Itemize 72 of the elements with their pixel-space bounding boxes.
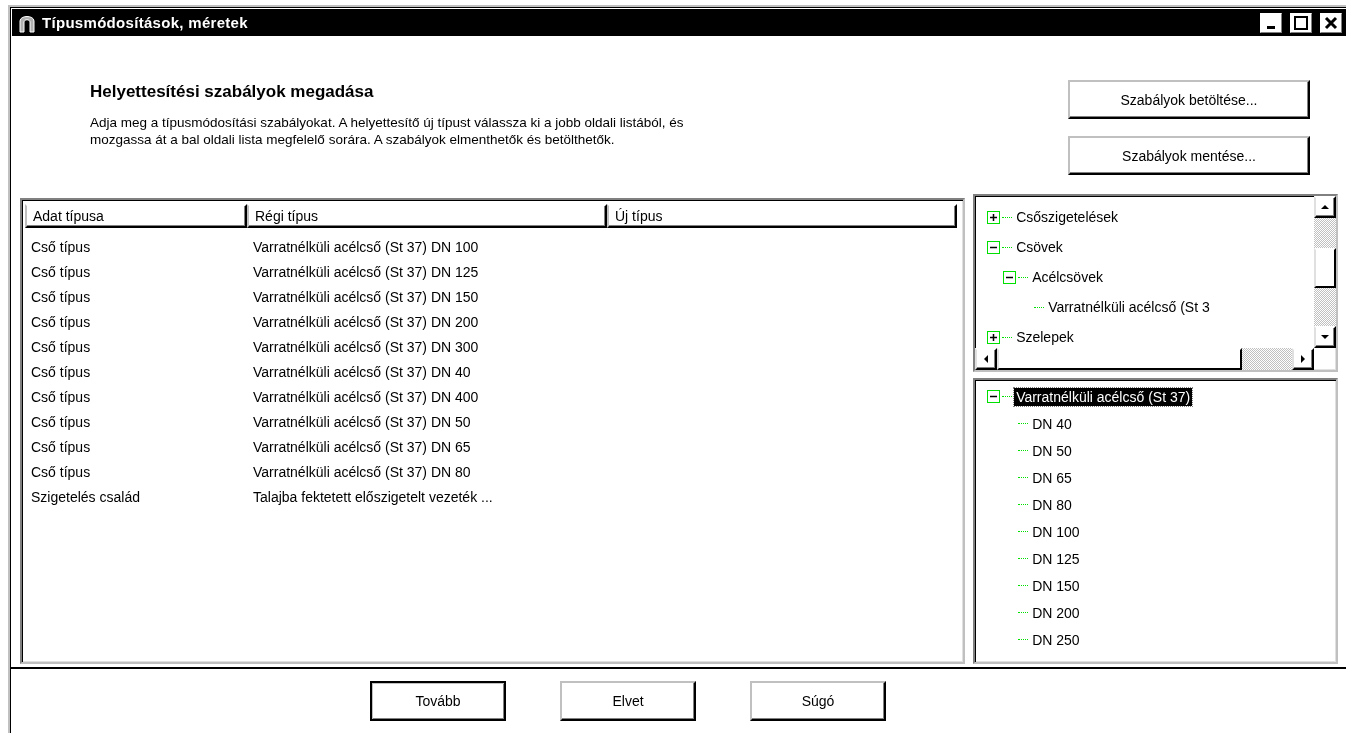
table-cell-text: Cső típus [30,263,92,280]
tree-item[interactable]: DN 250 [1030,630,1082,649]
table-cell-text: Varratnélküli acélcső (St 37) DN 40 [252,363,472,380]
column-header[interactable]: Új típus [607,204,957,228]
table-cell-text: Cső típus [30,363,92,380]
minimize-button[interactable] [1260,12,1282,33]
expand-toggle[interactable] [1003,270,1017,284]
tree-item[interactable]: Varratnélküli acélcső (St 37) [1014,387,1193,406]
table-cell-text: Varratnélküli acélcső (St 37) DN 125 [252,263,480,280]
tree-item[interactable]: Varratnélküli acélcső (St 3 [1046,298,1212,316]
dialog-button[interactable]: Súgó [750,681,886,721]
close-button[interactable] [1320,12,1342,33]
section-title: Helyettesítési szabályok megadása [90,82,375,102]
dialog-button[interactable]: Tovább [370,681,506,721]
tree-item[interactable]: DN 200 [1030,603,1082,622]
vertical-scrollbar[interactable] [1314,196,1336,348]
table-cell-text: Cső típus [30,238,92,255]
tree-item[interactable]: DN 100 [1030,522,1082,541]
column-header[interactable]: Régi típus [247,204,607,228]
table-cell-text: Varratnélküli acélcső (St 37) DN 150 [252,288,480,305]
table-cell-text: Varratnélküli acélcső (St 37) DN 65 [252,438,472,455]
horizontal-scrollbar[interactable] [975,348,1314,370]
scroll-thumb[interactable] [1314,248,1336,288]
tree-item[interactable]: Csövek [1014,238,1065,256]
maximize-button[interactable] [1290,12,1312,33]
table-cell-text: Varratnélküli acélcső (St 37) DN 50 [252,413,472,430]
maximize-icon [1294,15,1308,30]
minimize-icon [1267,25,1275,29]
tree-item[interactable]: DN 50 [1030,441,1074,460]
table-cell-text: Cső típus [30,388,92,405]
expand-toggle[interactable] [987,210,1001,224]
table-cell-text: Cső típus [30,338,92,355]
plus-icon [989,212,999,222]
scroll-thumb[interactable] [997,348,1243,370]
tree-item[interactable]: DN 150 [1030,576,1082,595]
expand-toggle[interactable] [987,390,1001,403]
table-cell-text: Cső típus [30,313,92,330]
table-cell-text: Cső típus [30,463,92,480]
rules-button[interactable]: Szabályok betöltése... [1068,80,1310,119]
tree-item[interactable]: Csőszigetelések [1014,208,1121,226]
plus-icon [989,332,999,342]
arrow-icon [1320,202,1330,212]
tree-item[interactable]: DN 65 [1030,468,1074,487]
table-cell-text: Szigetelés család [30,488,141,505]
table-cell-text: Varratnélküli acélcső (St 37) DN 100 [252,238,480,255]
table-cell-text: Cső típus [30,413,92,430]
table-cell-text: Varratnélküli acélcső (St 37) DN 80 [252,463,472,480]
table-cell-text: Varratnélküli acélcső (St 37) DN 300 [252,338,480,355]
instructions-text: Adja meg a típusmódosítási szabályokat. A helyettesítő új típust válassza ki a jobb oldali listából, és mozgassa át a bal oldali lista megfelelő sorára. A szabályok elmenthetők és betölthetők. [90,114,685,148]
tree-item[interactable]: DN 125 [1030,549,1082,568]
arrow-icon [1320,332,1330,342]
tree-item[interactable]: Acélcsövek [1030,268,1105,286]
expand-toggle[interactable] [987,240,1001,254]
scroll-left-button[interactable] [975,348,998,370]
arrow-icon [1298,354,1308,364]
expand-toggle[interactable] [987,330,1001,344]
scroll-down-button[interactable] [1314,326,1336,348]
tree-item[interactable]: Szelepek [1014,328,1076,346]
window-title: Típusmódosítások, méretek [42,14,249,31]
tree-item[interactable]: DN 40 [1030,414,1074,433]
column-header[interactable]: Adat típusa [25,204,247,228]
close-icon [1324,15,1338,30]
table-cell-text: Cső típus [30,438,92,455]
tree-item[interactable]: DN 80 [1030,495,1074,514]
scroll-right-button[interactable] [1292,348,1314,370]
table-cell-text: Talajba fektetett előszigetelt vezeték ... [252,488,494,505]
table-cell-text: Varratnélküli acélcső (St 37) DN 400 [252,388,480,405]
scroll-up-button[interactable] [1314,196,1336,218]
table-cell-text: Cső típus [30,288,92,305]
dialog-button[interactable]: Elvet [560,681,696,721]
rules-button[interactable]: Szabályok mentése... [1068,136,1310,175]
table-cell-text: Varratnélküli acélcső (St 37) DN 200 [252,313,480,330]
